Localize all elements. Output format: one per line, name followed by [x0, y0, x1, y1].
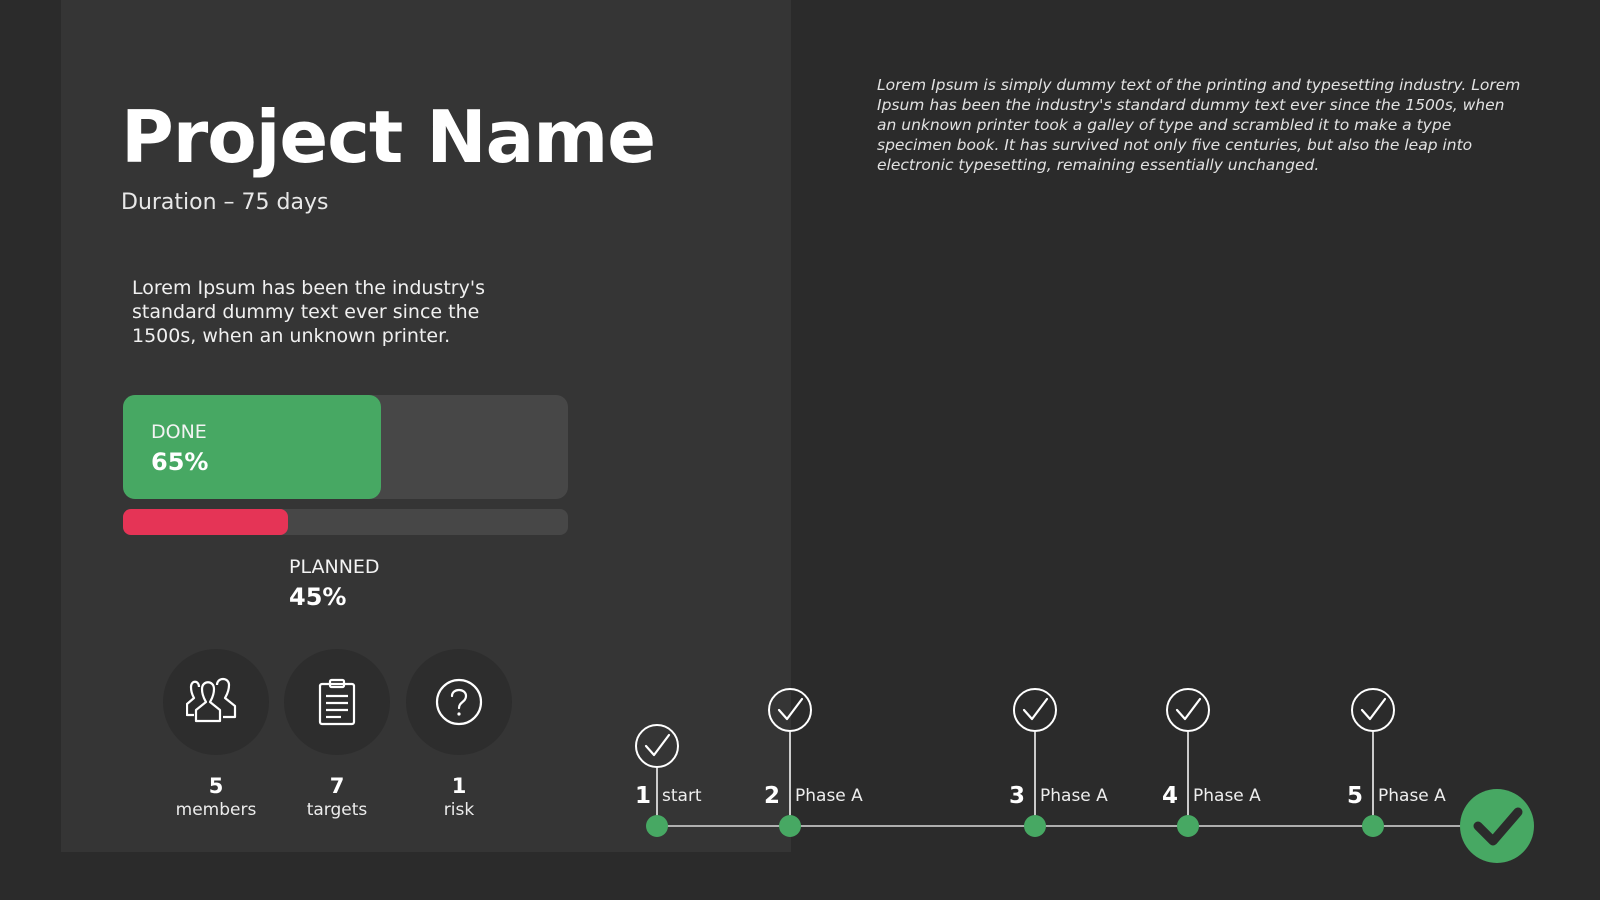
milestone-number: 1: [635, 783, 652, 809]
milestone-dot: [779, 815, 801, 837]
milestone-number: 2: [764, 783, 781, 809]
milestone-label: Phase A: [1378, 786, 1446, 806]
check-circle-icon: [1166, 688, 1210, 732]
milestone-number: 4: [1162, 783, 1179, 809]
milestone-dot: [1177, 815, 1199, 837]
milestone-label: Phase A: [1193, 786, 1261, 806]
milestone-dot: [1024, 815, 1046, 837]
milestone-5: [1351, 688, 1395, 837]
milestone-4: [1166, 688, 1210, 837]
check-circle-icon: [1351, 688, 1395, 732]
end-check-circle: [1460, 789, 1534, 863]
milestone-dot: [1362, 815, 1384, 837]
check-circle-icon: [1013, 688, 1057, 732]
milestone-dot: [646, 815, 668, 837]
check-circle-icon: [768, 688, 812, 732]
milestone-label: start: [662, 786, 702, 806]
timeline-end: [1460, 789, 1534, 863]
milestone-number: 3: [1009, 783, 1026, 809]
milestone-1: [635, 724, 679, 837]
milestone-2: [768, 688, 812, 837]
milestone-number: 5: [1347, 783, 1364, 809]
milestone-3: [1013, 688, 1057, 837]
check-circle-icon: [635, 724, 679, 768]
milestone-label: Phase A: [795, 786, 863, 806]
milestone-label: Phase A: [1040, 786, 1108, 806]
timeline: [635, 688, 1534, 863]
